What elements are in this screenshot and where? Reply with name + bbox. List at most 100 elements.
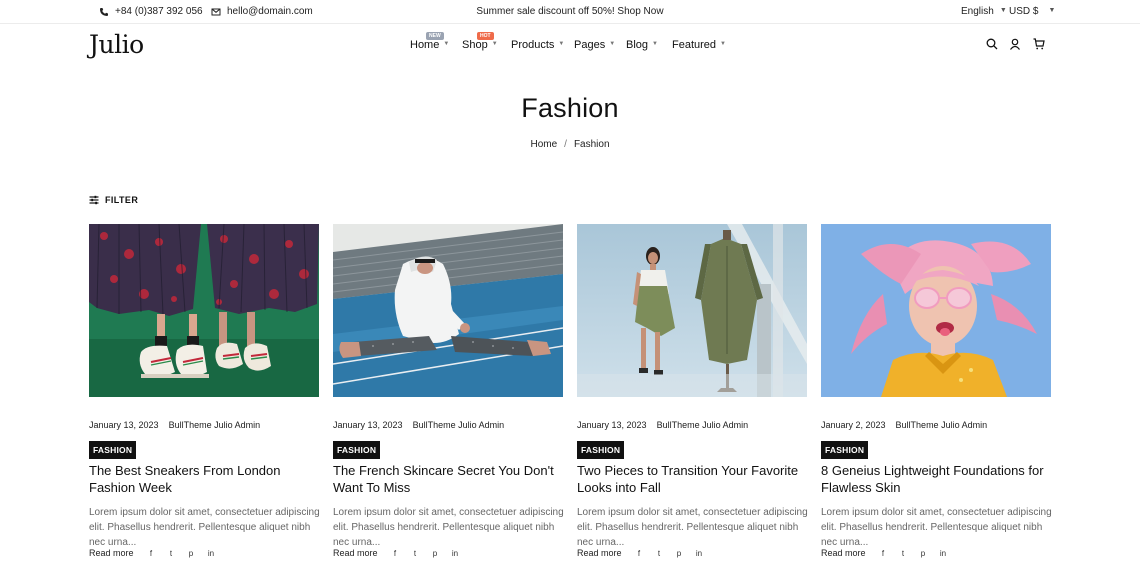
linkedin-icon[interactable]: in (940, 549, 947, 558)
chevron-down-icon: ▼ (999, 7, 1007, 14)
category-badge[interactable]: FASHION (89, 441, 137, 459)
post-image-sneakers[interactable] (89, 224, 319, 397)
post-meta: January 13, 2023 BullTheme Julio Admin (333, 420, 504, 430)
read-more-link[interactable]: Read more (821, 548, 866, 558)
search-icon[interactable] (986, 38, 998, 50)
twitter-icon[interactable]: t (412, 549, 419, 558)
twitter-icon[interactable]: t (900, 549, 907, 558)
pinterest-icon[interactable]: p (432, 549, 439, 558)
nav-item-home[interactable]: Home ▼ NEW (410, 32, 450, 51)
nav-label: Pages (574, 39, 606, 51)
post-author[interactable]: BullTheme Julio Admin (657, 420, 749, 430)
nav-item-blog[interactable]: Blog ▼ (626, 39, 658, 51)
post-image-foundations[interactable] (821, 224, 1051, 397)
nav-label: Blog (626, 39, 649, 51)
nav-item-shop[interactable]: Shop ▼ HOT (462, 32, 498, 51)
linkedin-icon[interactable]: in (208, 549, 215, 558)
filter-icon (89, 195, 99, 205)
chevron-down-icon: ▼ (443, 41, 450, 47)
post-card: January 13, 2023 BullTheme Julio Admin FA… (89, 224, 320, 558)
read-more-link[interactable]: Read more (89, 548, 134, 558)
post-meta: January 2, 2023 BullTheme Julio Admin (821, 420, 987, 430)
post-card: January 13, 2023 BullTheme Julio Admin FA… (577, 224, 808, 558)
breadcrumb-current: Fashion (573, 139, 610, 150)
post-title[interactable]: 8 Geneius Lightweight Foundations for Fl… (821, 462, 1053, 496)
currency-selector[interactable]: USD $ ▼ (1009, 6, 1055, 17)
post-title[interactable]: Two Pieces to Transition Your Favorite L… (577, 462, 809, 496)
post-date: January 13, 2023 (333, 420, 403, 430)
category-badge[interactable]: FASHION (821, 441, 869, 459)
post-footer: Read more f t p in (577, 548, 703, 558)
chevron-down-icon: ▼ (720, 41, 726, 47)
post-author[interactable]: BullTheme Julio Admin (169, 420, 261, 430)
read-more-link[interactable]: Read more (333, 548, 378, 558)
category-badge[interactable]: FASHION (577, 441, 625, 459)
nav-badge-hot: HOT (477, 32, 494, 40)
facebook-icon[interactable]: f (392, 549, 399, 558)
post-excerpt: Lorem ipsum dolor sit amet, consectetuer… (577, 507, 808, 548)
post-footer: Read more f t p in (821, 548, 947, 558)
nav-label: Featured (672, 39, 717, 51)
facebook-icon[interactable]: f (148, 549, 155, 558)
post-title[interactable]: The French Skincare Secret You Don't Wan… (333, 462, 565, 496)
breadcrumb-home[interactable]: Home (530, 139, 557, 150)
twitter-icon[interactable]: t (656, 549, 663, 558)
pinterest-icon[interactable]: p (920, 549, 927, 558)
share-links: f t p in (636, 549, 703, 558)
chevron-down-icon: ▼ (609, 41, 616, 47)
site-header: Julio Home ▼ NEW Shop ▼ HOT Products ▼ P… (0, 24, 1140, 66)
nav-item-products[interactable]: Products ▼ (511, 39, 564, 51)
facebook-icon[interactable]: f (880, 549, 887, 558)
chevron-down-icon: ▼ (491, 41, 498, 47)
nav-item-featured[interactable]: Featured ▼ (672, 39, 726, 51)
share-links: f t p in (392, 549, 459, 558)
post-excerpt: Lorem ipsum dolor sit amet, consectetuer… (89, 507, 320, 548)
linkedin-icon[interactable]: in (452, 549, 459, 558)
filter-button[interactable]: FILTER (89, 195, 138, 205)
post-meta: January 13, 2023 BullTheme Julio Admin (577, 420, 748, 430)
post-date: January 2, 2023 (821, 420, 886, 430)
post-date: January 13, 2023 (89, 420, 159, 430)
post-date: January 13, 2023 (577, 420, 647, 430)
post-author[interactable]: BullTheme Julio Admin (413, 420, 505, 430)
top-bar: +84 (0)387 392 056 hello@domain.com Summ… (0, 0, 1140, 24)
post-excerpt: Lorem ipsum dolor sit amet, consectetuer… (333, 507, 564, 548)
nav-item-pages[interactable]: Pages ▼ (574, 39, 615, 51)
chevron-down-icon: ▼ (1048, 7, 1056, 14)
pinterest-icon[interactable]: p (676, 549, 683, 558)
facebook-icon[interactable]: f (636, 549, 643, 558)
nav-label: Shop (462, 39, 488, 51)
nav-badge-new: NEW (426, 32, 444, 40)
post-card: January 13, 2023 BullTheme Julio Admin FA… (333, 224, 564, 558)
post-meta: January 13, 2023 BullTheme Julio Admin (89, 420, 260, 430)
nav-label: Home (410, 39, 440, 51)
post-footer: Read more f t p in (89, 548, 215, 558)
post-author[interactable]: BullTheme Julio Admin (896, 420, 988, 430)
cart-icon[interactable] (1033, 38, 1045, 50)
post-image-skincare[interactable] (333, 224, 563, 397)
language-value: English (961, 6, 994, 17)
filter-label: FILTER (105, 195, 139, 205)
post-image-two-pieces[interactable] (577, 224, 807, 397)
post-footer: Read more f t p in (333, 548, 459, 558)
post-title[interactable]: The Best Sneakers From London Fashion We… (89, 462, 321, 496)
account-icon[interactable] (1009, 38, 1021, 50)
twitter-icon[interactable]: t (168, 549, 175, 558)
nav-label: Products (511, 39, 555, 51)
read-more-link[interactable]: Read more (577, 548, 622, 558)
chevron-down-icon: ▼ (652, 41, 658, 47)
site-logo[interactable]: Julio (89, 30, 144, 59)
language-selector[interactable]: English ▼ (961, 6, 1007, 17)
pinterest-icon[interactable]: p (188, 549, 195, 558)
share-links: f t p in (148, 549, 215, 558)
category-badge[interactable]: FASHION (333, 441, 381, 459)
chevron-down-icon: ▼ (558, 41, 565, 47)
currency-value: USD $ (1009, 6, 1039, 17)
page-title: Fashion (521, 93, 619, 123)
post-card: January 2, 2023 BullTheme Julio Admin FAS… (821, 224, 1052, 558)
breadcrumb-separator: / (564, 139, 567, 150)
breadcrumb: Home / Fashion (0, 139, 1140, 150)
linkedin-icon[interactable]: in (696, 549, 703, 558)
share-links: f t p in (880, 549, 947, 558)
post-excerpt: Lorem ipsum dolor sit amet, consectetuer… (821, 507, 1052, 548)
